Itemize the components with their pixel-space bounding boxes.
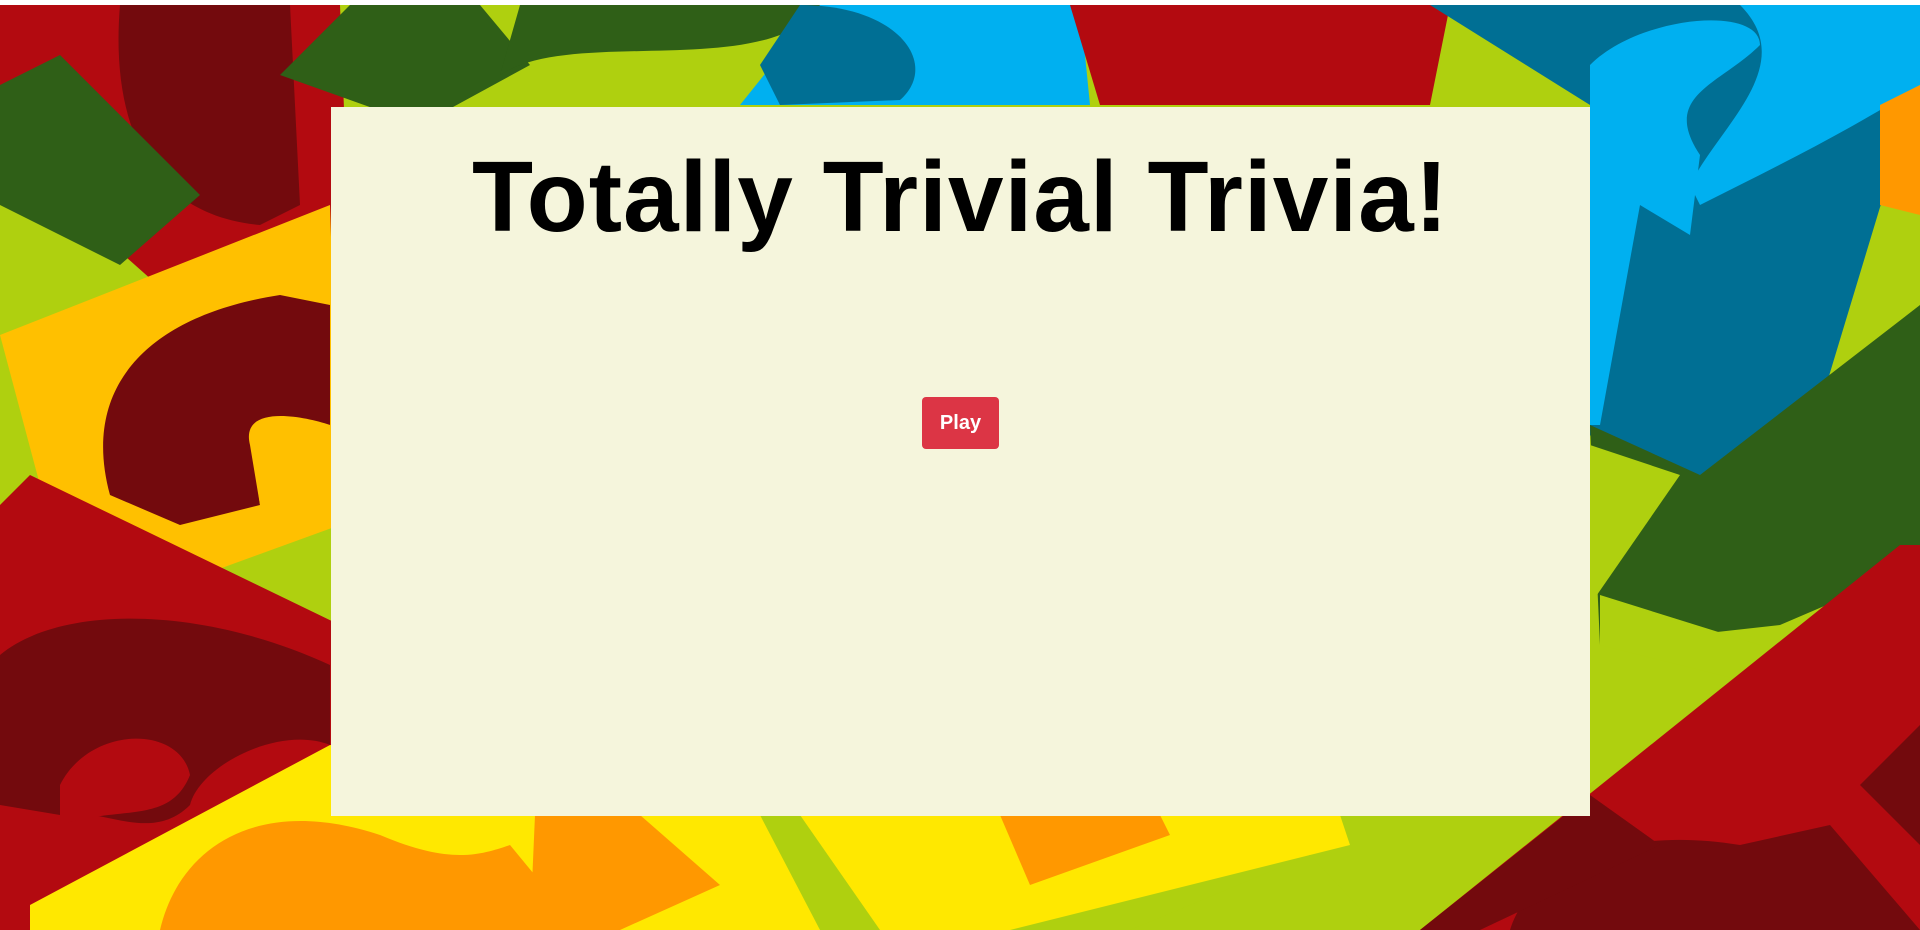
page-viewport: Totally Trivial Trivia! Play <box>0 5 1920 930</box>
page-title: Totally Trivial Trivia! <box>471 141 1450 253</box>
card-orange-edge <box>1880 85 1920 215</box>
card-red-top <box>1070 5 1450 105</box>
play-button[interactable]: Play <box>922 397 999 449</box>
main-panel: Totally Trivial Trivia! Play <box>331 107 1590 816</box>
